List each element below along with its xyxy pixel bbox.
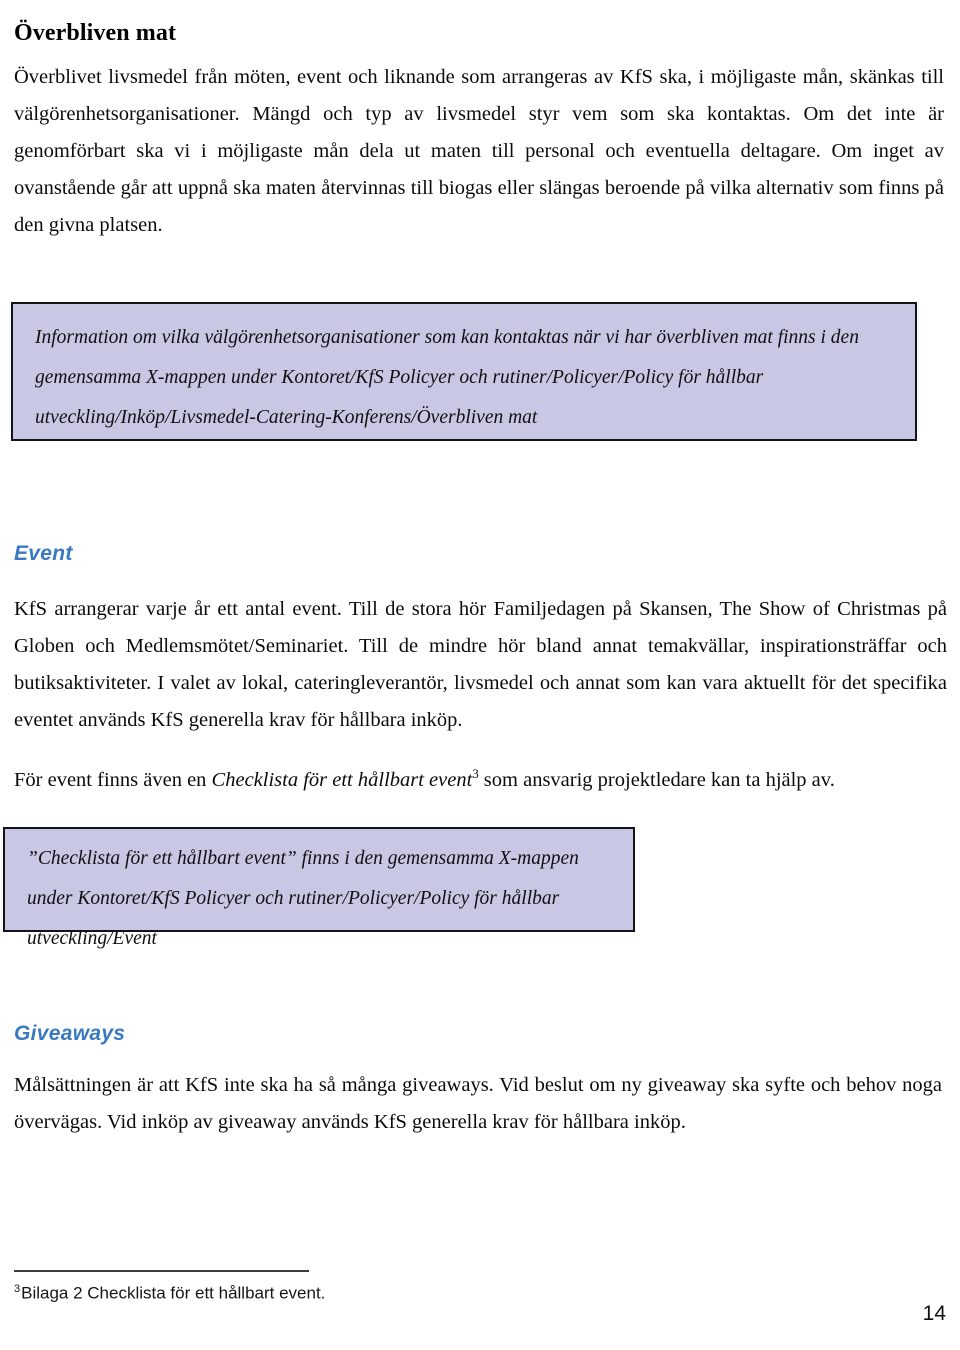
callout-text-overbliven-mat: Information om vilka välgörenhetsorganis… [35,327,859,428]
paragraph-giveaways: Målsättningen är att KfS inte ska ha så … [14,1073,942,1133]
callout-box-event: ”Checklista för ett hållbart event” finn… [3,827,635,949]
callout-text-event: ”Checklista för ett hållbart event” finn… [27,848,579,949]
section-heading-giveaways: Giveaways [14,1022,126,1046]
footnote-entry: 3Bilaga 2 Checklista för ett hållbart ev… [14,1283,325,1304]
paragraph-event-2: För event finns även en Checklista för e… [14,756,949,799]
paragraph-event-1: KfS arrangerar varje år ett antal event.… [14,597,947,731]
paragraph-overbliven-mat: Överblivet livsmedel från möten, event o… [14,65,944,236]
footnote-separator-rule [14,1270,309,1272]
paragraph-event-2-lead: För event finns även en [14,768,212,791]
checklist-title-italic: Checklista för ett hållbart event [211,768,473,791]
page-number: 14 [922,1302,946,1325]
document-page: Överbliven mat Överblivet livsmedel från… [0,0,960,1350]
footnote-text: Bilaga 2 Checklista för ett hållbart eve… [21,1283,326,1303]
paragraph-event-2-tail: som ansvarig projektledare kan ta hjälp … [478,768,835,791]
page-title: Överbliven mat [14,20,177,47]
callout-box-overbliven-mat: Information om vilka välgörenhetsorganis… [11,302,917,441]
section-heading-event: Event [14,542,73,566]
